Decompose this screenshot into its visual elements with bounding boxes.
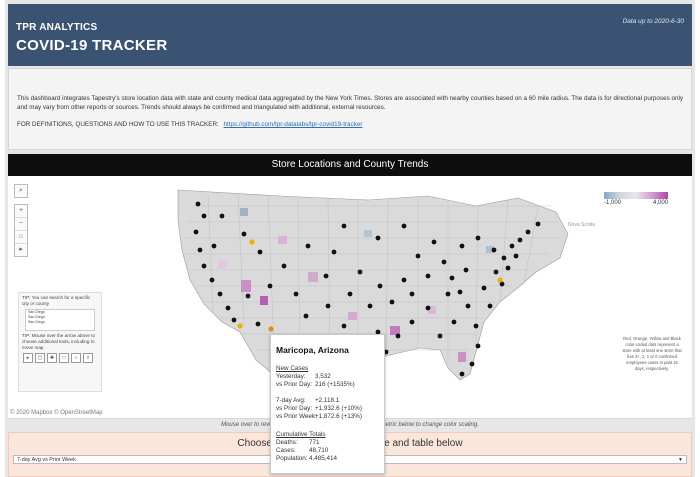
population-label: Population:	[276, 455, 308, 462]
home-icon[interactable]: ⌂	[15, 231, 27, 244]
cases-value: 48,710	[309, 447, 329, 454]
tip-hover: TIP: Mouse over the arrow above to choos…	[22, 333, 96, 350]
prior-day-label: vs Prior Day:	[276, 381, 313, 388]
definitions-label: FOR DEFINITIONS, QUESTIONS AND HOW TO US…	[17, 121, 219, 128]
header: TPR ANALYTICS COVID-19 TRACKER Data up t…	[8, 4, 692, 66]
legend-min: -1,000	[604, 200, 622, 206]
new-cases-heading: New Cases	[276, 365, 309, 372]
prior-day-value: 216 (+1535%)	[315, 381, 355, 388]
select-icon: ▢	[35, 353, 45, 363]
avg-label: 7-day Avg:	[276, 397, 306, 404]
radial-select-icon: ○	[71, 353, 81, 363]
play-icon: ▸	[23, 353, 33, 363]
pan-icon: ✚	[47, 353, 57, 363]
zoom-out-icon[interactable]: −	[15, 218, 27, 231]
definitions-line: FOR DEFINITIONS, QUESTIONS AND HOW TO US…	[17, 121, 362, 128]
intro-panel: This dashboard integrates Tapestry's sto…	[8, 68, 692, 150]
legend-gradient	[604, 192, 668, 199]
chevron-down-icon: ▼	[678, 457, 683, 463]
color-legend: -1,000 4,000	[604, 192, 668, 206]
population-value: 4,485,414	[309, 455, 338, 462]
tooltip-title: Maricopa, Arizona	[276, 345, 349, 355]
yesterday-value: 3,532	[315, 373, 331, 380]
tip-search-value: San Diego	[28, 320, 45, 324]
tips-panel: TIP: You can search for a specific city …	[18, 292, 102, 392]
avg-prior-day-value: +1,932.6 (+10%)	[315, 405, 362, 412]
county-tooltip: Maricopa, Arizona New Cases Yesterday: 3…	[270, 334, 385, 474]
deaths-label: Deaths:	[276, 439, 298, 446]
yesterday-label: Yesterday:	[276, 373, 306, 380]
search-icon[interactable]: ⌕	[14, 184, 28, 198]
intro-description: This dashboard integrates Tapestry's sto…	[17, 95, 684, 111]
map-attribution: © 2020 Mapbox © OpenStreetMap	[10, 410, 103, 416]
brand-label: TPR ANALYTICS	[16, 22, 98, 33]
map-tools: ⌕ + − ⌂ ▸	[14, 184, 28, 257]
data-date-note: Data up to 2020-6-30	[622, 18, 684, 25]
tip-search-preview: San Diego San Diego San Diego	[25, 309, 95, 331]
page-title: COVID-19 TRACKER	[16, 37, 168, 54]
zoom-in-icon[interactable]: +	[15, 205, 27, 218]
rect-select-icon: □	[59, 353, 69, 363]
lasso-icon: ◊	[83, 353, 93, 363]
metric-selected: 7-day Avg vs Prior Week	[17, 457, 76, 463]
cumulative-heading: Cumulative Totals	[276, 431, 326, 438]
avg-prior-week-value: +1,872.6 (+13%)	[315, 413, 362, 420]
github-link[interactable]: https://github.com/tpr-datalabs/tpr-covi…	[224, 121, 363, 128]
tip-search: TIP: You can search for a specific city …	[22, 295, 91, 306]
cases-label: Cases:	[276, 447, 296, 454]
nova-scotia-label: Nova Scotia	[568, 222, 595, 228]
map-heading: Store Locations and County Trends	[8, 154, 692, 176]
legend-max: 4,000	[652, 200, 668, 206]
dot-color-note: Red, Orange, Yellow and Black color-code…	[622, 336, 682, 371]
avg-value: +2,118.1	[315, 397, 340, 404]
avg-prior-day-label: vs Prior Day:	[276, 405, 313, 412]
deaths-value: 771	[309, 439, 320, 446]
tip-tool-row: ▸ ▢ ✚ □ ○ ◊	[23, 353, 97, 363]
zoom-controls: + − ⌂ ▸	[14, 204, 28, 257]
play-icon[interactable]: ▸	[15, 244, 27, 256]
avg-prior-week-label: vs Prior Week:	[276, 413, 317, 420]
